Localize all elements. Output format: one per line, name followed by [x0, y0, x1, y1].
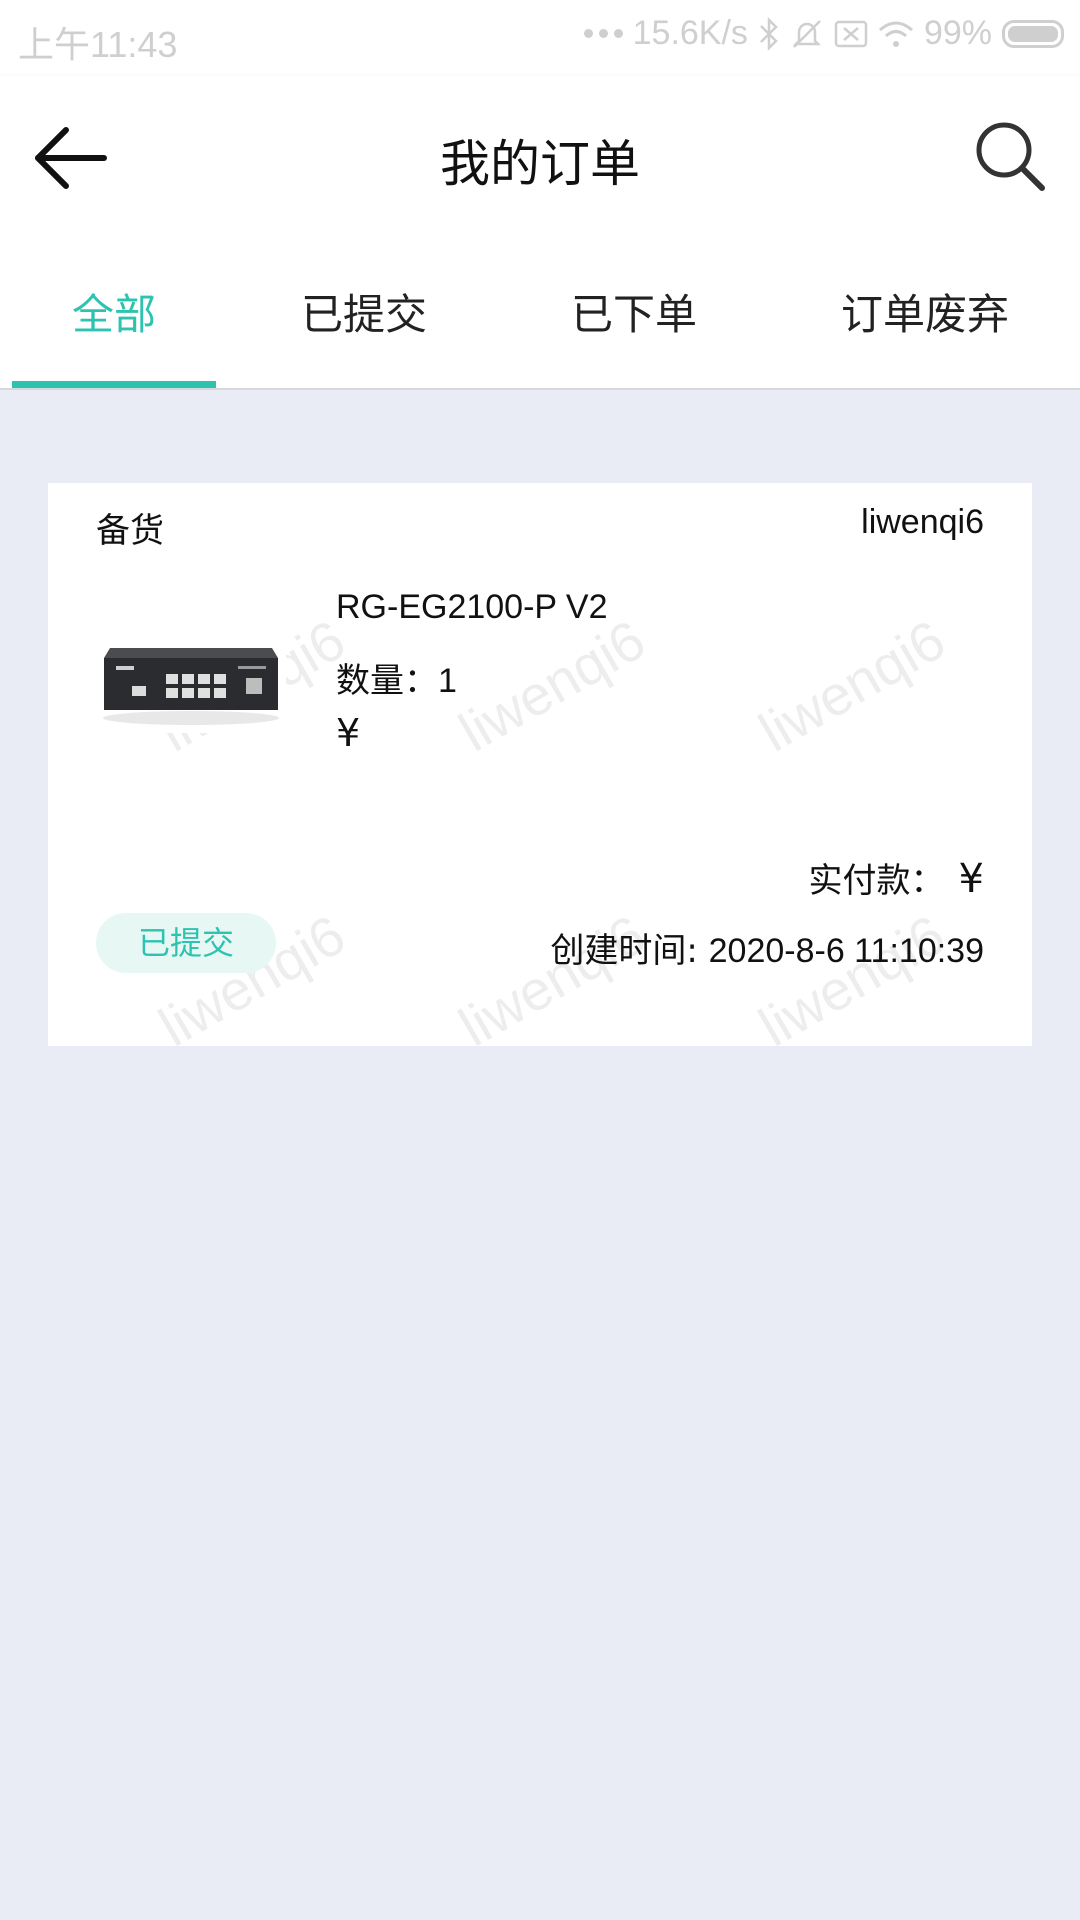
status-bar: 上午11:43 15.6K/s 99% — [0, 0, 1080, 76]
order-tabs: 全部 已提交 已下单 订单废弃 — [0, 240, 1080, 390]
battery-icon — [1002, 19, 1064, 48]
status-time: 上午11:43 — [18, 24, 178, 65]
status-icons: 15.6K/s 99% — [583, 14, 1064, 53]
tab-ordered[interactable]: 已下单 — [534, 240, 734, 390]
network-speed: 15.6K/s — [632, 14, 748, 52]
tab-indicator — [12, 381, 216, 388]
tab-abandoned[interactable]: 订单废弃 — [820, 240, 1030, 390]
order-stage: 备货 — [96, 511, 164, 551]
watermark: liwenqi6 — [748, 607, 956, 764]
created-label: 创建时间: — [550, 931, 709, 971]
search-icon — [976, 122, 1045, 191]
created-time-value: 2020-8-6 11:10:39 — [708, 932, 984, 970]
quantity-value: 1 — [438, 662, 457, 700]
more-dots-icon — [583, 29, 623, 38]
product-quantity: 数量：1 — [336, 653, 457, 702]
tab-submitted[interactable]: 已提交 — [264, 240, 464, 390]
paid-row: 实付款： ¥ — [809, 853, 984, 902]
product-name: RG-EG2100-P V2 — [336, 588, 608, 626]
tab-all[interactable]: 全部 — [12, 240, 216, 390]
battery-percent: 99% — [923, 14, 992, 52]
paid-amount: ¥ — [958, 856, 984, 902]
product-price: ¥ — [336, 711, 361, 755]
quantity-label: 数量： — [336, 661, 438, 701]
page-title: 我的订单 — [440, 135, 640, 193]
wifi-icon — [878, 21, 913, 47]
product-image — [96, 618, 286, 733]
created-time: 创建时间: 2020-8-6 11:10:39 — [550, 923, 984, 972]
status-badge: 已提交 — [96, 913, 276, 973]
watermark: liwenqi6 — [448, 607, 656, 764]
bluetooth-icon — [760, 16, 778, 51]
order-user: liwenqi6 — [861, 503, 984, 541]
search-button[interactable] — [970, 116, 1050, 196]
sim-icon — [834, 20, 868, 47]
mute-icon — [792, 19, 821, 48]
order-card[interactable]: liwenqi6 liwenqi6 liwenqi6 liwenqi6 liwe… — [48, 483, 1032, 1046]
paid-label: 实付款： — [808, 861, 945, 901]
app-bar: 我的订单 — [0, 76, 1080, 240]
